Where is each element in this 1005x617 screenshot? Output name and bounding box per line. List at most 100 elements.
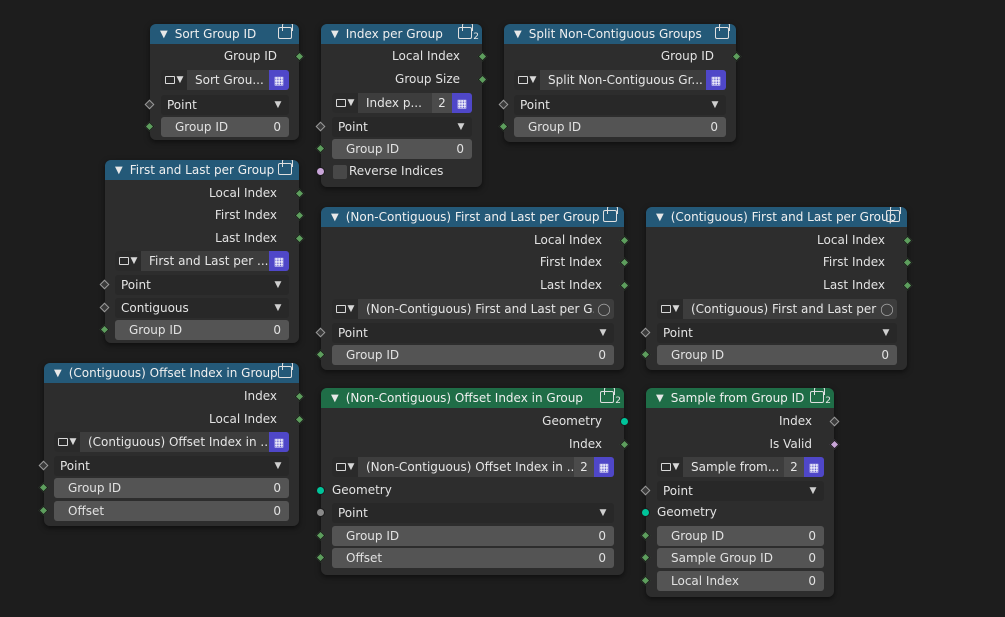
- domain-dropdown[interactable]: Point ▼: [332, 323, 614, 343]
- node-group-name[interactable]: Sample from...: [683, 460, 784, 474]
- output-socket[interactable]: [902, 235, 913, 246]
- node-contiguous-first-and-last[interactable]: ▼ (Contiguous) First and Last per Group L…: [640, 207, 913, 370]
- output-socket[interactable]: [619, 439, 630, 450]
- node-group-name[interactable]: Split Non-Contiguous Gr...: [540, 73, 706, 87]
- output-socket[interactable]: [620, 417, 629, 426]
- group-id-field[interactable]: Group ID 0: [332, 526, 614, 546]
- node-group-name[interactable]: Sort Grou...: [187, 73, 269, 87]
- mode-dropdown[interactable]: Contiguous ▼: [115, 298, 289, 318]
- output-socket[interactable]: [902, 257, 913, 268]
- node-group-icon[interactable]: ▼: [657, 457, 683, 477]
- user-count[interactable]: 2: [432, 93, 452, 113]
- fake-user-icon[interactable]: ▦: [706, 70, 726, 90]
- node-noncontiguous-first-and-last[interactable]: ▼ (Non-Contiguous) First and Last per Gro…: [315, 207, 630, 370]
- fake-user-icon[interactable]: ▦: [269, 432, 289, 452]
- domain-dropdown[interactable]: Point ▼: [161, 95, 289, 115]
- domain-dropdown[interactable]: Point ▼: [514, 95, 726, 115]
- node-group-selector[interactable]: ▼ Split Non-Contiguous Gr... ▦: [514, 70, 726, 90]
- output-socket[interactable]: [829, 439, 840, 450]
- shield-icon[interactable]: ◯: [594, 299, 614, 319]
- node-header[interactable]: ▼ Split Non-Contiguous Groups: [504, 24, 736, 44]
- node-group-name[interactable]: (Non-Contiguous) First and Last per G...: [358, 302, 594, 316]
- input-socket[interactable]: [640, 552, 651, 563]
- offset-field[interactable]: Offset 0: [332, 548, 614, 568]
- output-socket[interactable]: [294, 414, 305, 425]
- chevron-down-icon[interactable]: ▼: [331, 212, 339, 223]
- output-socket[interactable]: [829, 416, 840, 427]
- group-id-field[interactable]: Group ID 0: [332, 139, 472, 159]
- input-socket[interactable]: [315, 349, 326, 360]
- output-socket[interactable]: [619, 235, 630, 246]
- node-sort-group-id[interactable]: ▼ Sort Group ID Group ID ▼ Sort Grou... ▦ P…: [144, 24, 305, 140]
- node-header[interactable]: ▼ (Contiguous) Offset Index in Group: [44, 363, 299, 383]
- input-socket[interactable]: [640, 349, 651, 360]
- fake-user-icon[interactable]: ▦: [269, 70, 289, 90]
- input-socket[interactable]: [38, 505, 49, 516]
- node-group-icon[interactable]: ▼: [161, 70, 187, 90]
- input-socket[interactable]: [640, 575, 651, 586]
- domain-dropdown[interactable]: Point ▼: [657, 481, 824, 501]
- input-socket[interactable]: [640, 530, 651, 541]
- output-socket[interactable]: [731, 51, 742, 62]
- input-socket[interactable]: [640, 327, 651, 338]
- node-group-selector[interactable]: ▼ (Non-Contiguous) First and Last per G..…: [332, 299, 614, 319]
- input-socket[interactable]: [144, 121, 155, 132]
- input-socket[interactable]: [498, 121, 509, 132]
- input-socket[interactable]: [316, 508, 325, 517]
- input-socket[interactable]: [315, 530, 326, 541]
- input-socket[interactable]: [315, 552, 326, 563]
- chevron-down-icon[interactable]: ▼: [331, 29, 339, 40]
- domain-dropdown[interactable]: Point ▼: [332, 503, 614, 523]
- node-group-name[interactable]: (Contiguous) Offset Index in ...: [80, 435, 269, 449]
- node-noncontiguous-offset-index[interactable]: ▼ (Non-Contiguous) Offset Index in Group 2…: [315, 388, 630, 575]
- node-group-selector[interactable]: ▼ Index p... 2 ▦: [332, 93, 472, 113]
- input-socket[interactable]: [99, 279, 110, 290]
- fake-user-icon[interactable]: ▦: [594, 457, 614, 477]
- node-first-and-last-per-group[interactable]: ▼ First and Last per Group Local Index Fi…: [99, 160, 305, 343]
- node-group-name[interactable]: (Non-Contiguous) Offset Index in ...: [358, 460, 574, 474]
- reverse-indices-checkbox[interactable]: [333, 165, 347, 179]
- chevron-down-icon[interactable]: ▼: [514, 29, 522, 40]
- node-group-icon[interactable]: ▼: [657, 299, 683, 319]
- group-id-field[interactable]: Group ID 0: [115, 320, 289, 340]
- node-group-selector[interactable]: ▼ Sort Grou... ▦: [161, 70, 289, 90]
- domain-dropdown[interactable]: Point ▼: [657, 323, 897, 343]
- sample-group-id-field[interactable]: Sample Group ID 0: [657, 548, 824, 568]
- group-id-field[interactable]: Group ID 0: [332, 345, 614, 365]
- output-socket[interactable]: [294, 51, 305, 62]
- node-group-selector[interactable]: ▼ (Contiguous) First and Last per ... ◯: [657, 299, 897, 319]
- group-id-field[interactable]: Group ID 0: [161, 117, 289, 137]
- fake-user-icon[interactable]: ▦: [452, 93, 472, 113]
- input-socket[interactable]: [315, 327, 326, 338]
- group-id-field[interactable]: Group ID 0: [514, 117, 726, 137]
- group-id-field[interactable]: Group ID 0: [54, 478, 289, 498]
- output-socket[interactable]: [902, 280, 913, 291]
- node-group-selector[interactable]: ▼ (Contiguous) Offset Index in ... ▦: [54, 432, 289, 452]
- group-id-field[interactable]: Group ID 0: [657, 526, 824, 546]
- output-socket[interactable]: [477, 74, 488, 85]
- fake-user-icon[interactable]: ▦: [804, 457, 824, 477]
- node-group-icon[interactable]: ▼: [54, 432, 80, 452]
- node-group-icon[interactable]: ▼: [115, 251, 141, 271]
- input-socket[interactable]: [38, 460, 49, 471]
- chevron-down-icon[interactable]: ▼: [160, 29, 168, 40]
- node-group-icon[interactable]: ▼: [332, 93, 358, 113]
- group-id-field[interactable]: Group ID 0: [657, 345, 897, 365]
- chevron-down-icon[interactable]: ▼: [115, 165, 123, 176]
- node-header[interactable]: ▼ (Contiguous) First and Last per Group: [646, 207, 907, 227]
- offset-field[interactable]: Offset 0: [54, 501, 289, 521]
- input-socket[interactable]: [640, 485, 651, 496]
- input-socket[interactable]: [641, 508, 650, 517]
- node-index-per-group[interactable]: ▼ Index per Group 2 Local Index Group Size…: [315, 24, 488, 187]
- output-socket[interactable]: [294, 210, 305, 221]
- input-socket[interactable]: [315, 121, 326, 132]
- input-socket[interactable]: [38, 482, 49, 493]
- chevron-down-icon[interactable]: ▼: [54, 368, 62, 379]
- node-header[interactable]: ▼ Sample from Group ID 2: [646, 388, 834, 408]
- input-socket[interactable]: [99, 302, 110, 313]
- node-group-icon[interactable]: ▼: [332, 299, 358, 319]
- node-split-noncontiguous-groups[interactable]: ▼ Split Non-Contiguous Groups Group ID ▼ S…: [498, 24, 742, 142]
- node-contiguous-offset-index[interactable]: ▼ (Contiguous) Offset Index in Group Inde…: [38, 363, 305, 526]
- node-header[interactable]: ▼ Sort Group ID: [150, 24, 299, 44]
- user-count[interactable]: 2: [784, 457, 804, 477]
